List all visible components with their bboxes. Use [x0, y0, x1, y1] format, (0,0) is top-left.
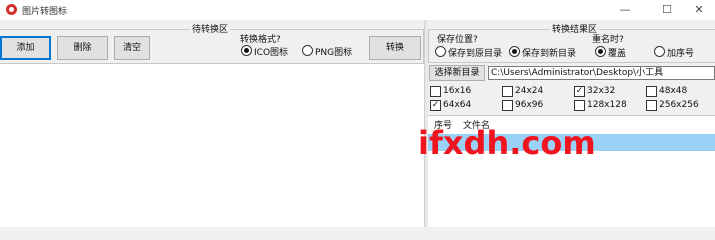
maximize-button[interactable]: ☐: [652, 2, 682, 18]
minimize-button[interactable]: —: [610, 2, 640, 18]
clear-button[interactable]: 清空: [114, 36, 150, 60]
size-48-checkbox[interactable]: [646, 86, 657, 97]
size-64-label: 64x64: [443, 100, 472, 110]
size-16-checkbox[interactable]: [430, 86, 441, 97]
format-png-label: PNG图标: [315, 48, 353, 58]
size-64-checkbox[interactable]: ✓: [430, 100, 441, 111]
overwrite-radio[interactable]: [595, 46, 606, 57]
size-24-label: 24x24: [515, 86, 544, 96]
save-original-dir-radio[interactable]: [435, 46, 446, 57]
save-new-dir-radio[interactable]: [509, 46, 520, 57]
rename-label: 重名时?: [592, 35, 624, 45]
size-32-checkbox[interactable]: ✓: [574, 86, 585, 97]
save-location-label: 保存位置?: [437, 35, 478, 45]
delete-button[interactable]: 删除: [57, 36, 108, 60]
save-original-dir-label: 保存到原目录: [448, 49, 503, 59]
size-48-label: 48x48: [659, 86, 688, 96]
add-index-radio[interactable]: [654, 46, 665, 57]
size-128-label: 128x128: [587, 100, 627, 110]
convert-button[interactable]: 转换: [369, 36, 421, 60]
size-128-checkbox[interactable]: [574, 100, 585, 111]
window-title: 图片转图标: [22, 7, 68, 17]
size-32-label: 32x32: [587, 86, 616, 96]
pending-file-list[interactable]: [0, 64, 424, 227]
close-button[interactable]: ✕: [684, 2, 714, 18]
add-index-label: 加序号: [667, 49, 695, 59]
format-ico-radio[interactable]: [241, 45, 252, 56]
size-16-label: 16x16: [443, 86, 472, 96]
format-png-radio[interactable]: [302, 45, 313, 56]
format-label: 转换格式?: [240, 35, 281, 45]
dir-path-field[interactable]: C:\Users\Administrator\Desktop\小工具: [488, 66, 715, 80]
pending-group-title: 待转换区: [190, 22, 231, 35]
format-ico-label: ICO图标: [254, 48, 289, 58]
watermark-text: ifxdh.com: [418, 124, 596, 162]
size-96-label: 96x96: [515, 100, 544, 110]
app-logo-icon: [6, 4, 17, 15]
save-new-dir-label: 保存到新目录: [522, 49, 577, 59]
size-256-checkbox[interactable]: [646, 100, 657, 111]
title-bar: 图片转图标 — ☐ ✕: [0, 0, 715, 20]
add-button[interactable]: 添加: [0, 36, 51, 60]
size-96-checkbox[interactable]: [502, 100, 513, 111]
size-24-checkbox[interactable]: [502, 86, 513, 97]
choose-dir-button[interactable]: 选择新目录: [429, 65, 485, 81]
overwrite-label: 覆盖: [608, 49, 627, 59]
size-256-label: 256x256: [659, 100, 699, 110]
